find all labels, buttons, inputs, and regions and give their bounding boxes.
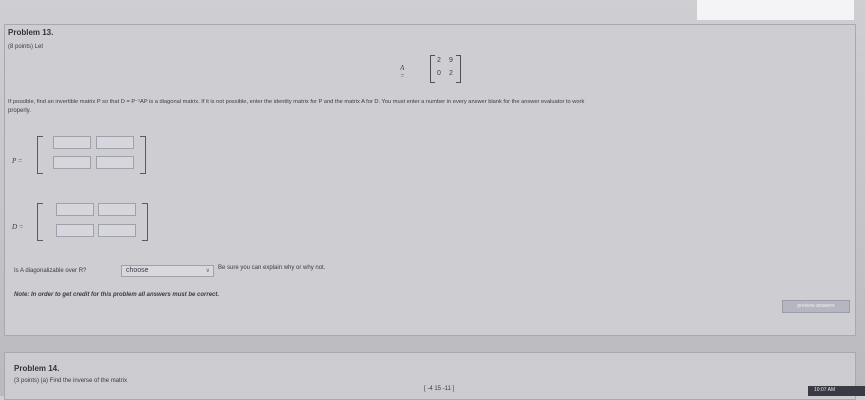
matrix-a-cell: 2 <box>449 70 453 77</box>
matrix-a-left-bracket <box>430 55 435 83</box>
problem-13-instruction: If possible, find an invertible matrix P… <box>8 99 585 105</box>
matrix-a-cell: 9 <box>449 57 453 64</box>
matrix-a-cell: 0 <box>437 70 441 77</box>
d-label: D = <box>12 223 24 231</box>
p-entry-11[interactable] <box>53 136 91 149</box>
matrix-a-cell: 2 <box>437 57 441 64</box>
d-entry-22[interactable] <box>98 224 136 237</box>
diagonalizable-question: Is A diagonalizable over R? <box>14 268 87 274</box>
d-right-bracket <box>142 203 148 241</box>
matrix-a-right-bracket <box>456 55 461 83</box>
p-entry-22[interactable] <box>96 156 134 169</box>
p-entry-12[interactable] <box>96 136 134 149</box>
problem-14-title: Problem 14. <box>14 364 60 373</box>
d-entry-21[interactable] <box>56 224 94 237</box>
d-entry-11[interactable] <box>56 203 94 216</box>
p-entry-21[interactable] <box>53 156 91 169</box>
problem-14-matrix-fragment: [ -4 15 -11 ] <box>424 386 455 392</box>
problem-14-panel <box>4 352 856 400</box>
diagonalizable-select[interactable]: choose ∨ <box>121 265 214 277</box>
problem-13-title: Problem 13. <box>8 28 54 37</box>
problem-13-instruction-cont: properly. <box>8 108 31 114</box>
diagonalizable-hint: Be sure you can explain why or why not. <box>218 265 326 271</box>
d-entry-12[interactable] <box>98 203 136 216</box>
problem-13-note: Note: In order to get credit for this pr… <box>14 292 220 298</box>
taskbar-clock: 10:07 AM <box>814 387 836 393</box>
p-right-bracket <box>140 136 146 174</box>
problem-14-points: (3 points) (a) Find the inverse of the m… <box>14 378 128 384</box>
d-left-bracket <box>37 203 43 241</box>
chevron-down-icon: ∨ <box>205 268 210 274</box>
problem-13-points: (8 points) Let <box>8 44 44 50</box>
p-label: P = <box>12 157 23 165</box>
top-blank-box <box>697 0 854 20</box>
diagonalizable-select-value: choose <box>126 267 149 274</box>
p-left-bracket <box>37 136 43 174</box>
matrix-a-label: A = <box>400 64 405 80</box>
preview-answers-button[interactable]: preview answers <box>782 300 850 313</box>
taskbar: 10:07 AM <box>808 386 865 396</box>
